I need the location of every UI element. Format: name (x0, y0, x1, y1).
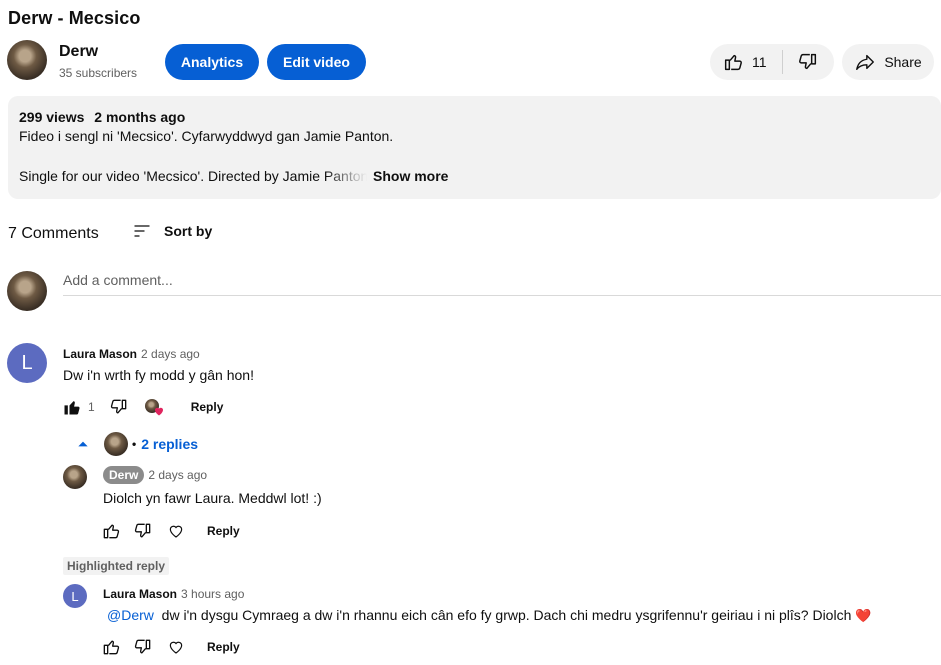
view-count: 299 views (19, 109, 85, 125)
reply-text: @Derw dw i'n dysgu Cymraeg a dw i'n rhan… (107, 607, 871, 624)
like-dislike-group: 11 (710, 44, 834, 80)
reply-time[interactable]: 3 hours ago (181, 587, 244, 601)
reply-creator-avatar (104, 432, 128, 456)
current-user-avatar (7, 271, 47, 311)
reply-author-avatar[interactable]: L (63, 584, 87, 608)
analytics-button[interactable]: Analytics (165, 44, 259, 80)
thumb-down-icon[interactable] (133, 637, 153, 657)
upload-age: 2 months ago (94, 109, 186, 125)
sort-by-button[interactable]: Sort by (132, 221, 212, 241)
comment-text: Dw i'n wrth fy modd y gân hon! (63, 367, 254, 383)
channel-name[interactable]: Derw (59, 43, 98, 61)
thumb-down-icon[interactable] (133, 521, 153, 541)
heart-outline-icon[interactable] (167, 638, 185, 656)
comments-count: 7 Comments (8, 225, 99, 242)
reply-button[interactable]: Reply (191, 400, 224, 414)
description-line-2-text: Single for our video 'Mecsico'. Directed… (19, 168, 367, 184)
description-line-1: Fideo i sengl ni 'Mecsico'. Cyfarwyddwyd… (19, 128, 394, 144)
comment-actions: 1 Reply (62, 397, 223, 417)
sort-by-label: Sort by (164, 223, 213, 239)
subscriber-count: 35 subscribers (59, 66, 138, 80)
hide-replies-toggle[interactable]: • 2 replies (76, 432, 198, 456)
creator-heart[interactable] (144, 397, 167, 417)
like-button[interactable]: 11 (710, 44, 782, 80)
share-icon (854, 51, 876, 73)
comment-like-count: 1 (88, 400, 95, 414)
replies-dot: • (132, 437, 137, 451)
thumb-up-filled-icon[interactable] (62, 397, 82, 417)
edit-video-button[interactable]: Edit video (267, 44, 366, 80)
mention-link[interactable]: @Derw (107, 607, 154, 623)
replies-count[interactable]: 2 replies (141, 436, 198, 452)
add-comment-input[interactable]: Add a comment... (63, 272, 941, 296)
thumb-up-icon (722, 51, 744, 73)
heart-icon (153, 405, 165, 417)
heart-emoji: ❤️ (855, 608, 872, 623)
reply-body: dw i'n dysgu Cymraeg a dw i'n rhannu eic… (161, 607, 852, 623)
heart-outline-icon[interactable] (167, 522, 185, 540)
comment-time[interactable]: 2 days ago (141, 347, 200, 361)
thumb-up-icon[interactable] (101, 637, 121, 657)
reply-text: Diolch yn fawr Laura. Meddwl lot! :) (103, 490, 322, 506)
video-title: Derw - Mecsico (8, 8, 141, 28)
reply-author[interactable]: Laura Mason (103, 587, 177, 601)
reply-author-avatar[interactable] (63, 465, 87, 489)
reply-actions: Reply (101, 637, 240, 657)
caret-up-icon (76, 437, 90, 451)
like-count: 11 (752, 54, 767, 70)
share-label: Share (884, 54, 922, 70)
thumb-down-icon (797, 51, 819, 73)
show-more-button[interactable]: Show more (373, 168, 448, 184)
reply-button[interactable]: Reply (207, 524, 240, 538)
comment-author[interactable]: Laura Mason (63, 347, 137, 361)
reply-header: Derw 2 days ago (103, 466, 207, 484)
comment-header: Laura Mason 2 days ago (63, 345, 200, 363)
highlighted-reply-tag: Highlighted reply (63, 557, 170, 575)
description-meta: 299 views 2 months ago (19, 109, 185, 125)
description-line-2: Single for our video 'Mecsico'. Directed… (19, 168, 448, 184)
owner-badge[interactable]: Derw (103, 466, 145, 484)
commenter-avatar[interactable]: L (7, 343, 47, 383)
reply-time[interactable]: 2 days ago (148, 468, 207, 482)
thumb-down-icon[interactable] (109, 397, 129, 417)
channel-avatar[interactable] (7, 40, 47, 80)
share-button[interactable]: Share (842, 44, 934, 80)
reply-actions: Reply (101, 521, 240, 541)
reply-button[interactable]: Reply (207, 640, 240, 654)
thumb-up-icon[interactable] (101, 521, 121, 541)
reply-header: Laura Mason 3 hours ago (103, 585, 244, 603)
sort-icon (132, 221, 152, 241)
dislike-button[interactable] (783, 44, 833, 80)
